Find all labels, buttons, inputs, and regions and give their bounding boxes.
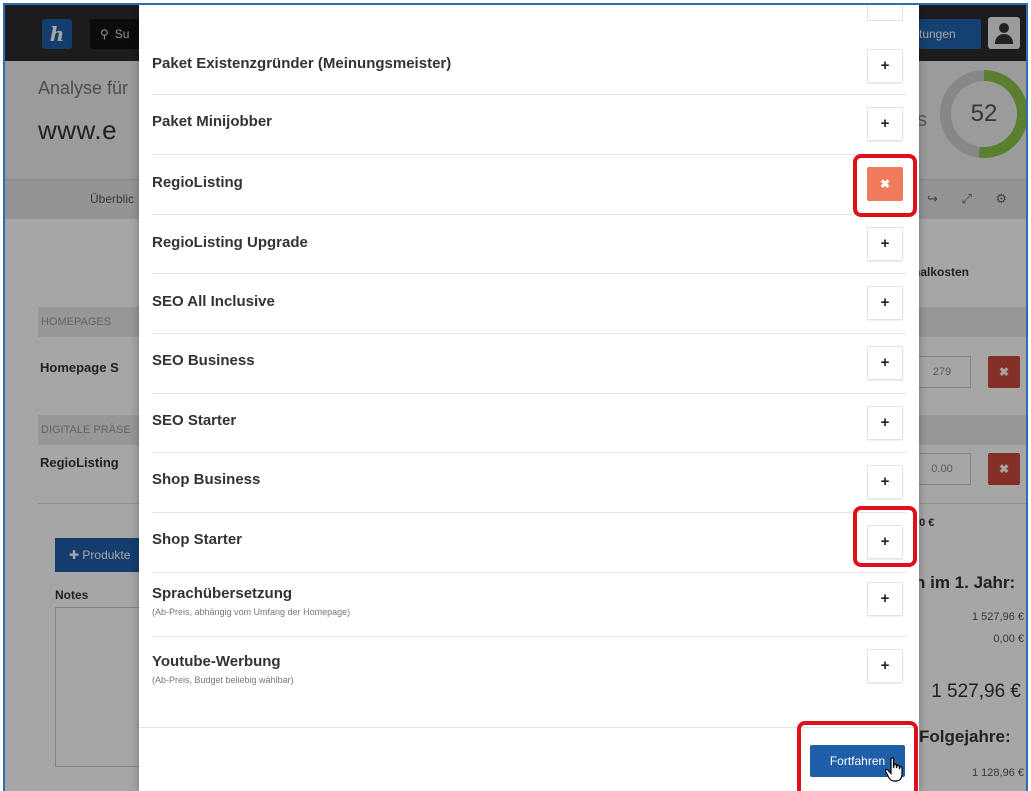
add-product-button[interactable]: +: [867, 465, 903, 499]
highlight-add-shop-starter: [853, 506, 917, 567]
product-note: (Ab-Preis, abhängig vom Umfang der Homep…: [152, 607, 351, 617]
list-item: Shop Business +: [152, 453, 906, 513]
add-button-partial[interactable]: [867, 5, 903, 21]
add-product-button[interactable]: +: [867, 582, 903, 616]
product-note: (Ab-Preis, Budget beliebig wählbar): [152, 675, 294, 685]
add-product-button[interactable]: +: [867, 406, 903, 440]
product-name: Shop Starter: [152, 531, 243, 548]
list-item: SEO All Inclusive +: [152, 274, 906, 334]
product-name: Shop Business: [152, 471, 261, 488]
product-name: SEO Business: [152, 352, 255, 369]
product-name: Youtube-Werbung: [152, 653, 281, 670]
product-selection-modal: Paket Existenzgründer (Meinungsmeister) …: [139, 5, 919, 791]
list-item: SEO Business +: [152, 334, 906, 394]
add-product-button[interactable]: +: [867, 649, 903, 683]
app-window: h ⚲ Su rtungen Analyse für www.e s 52 Übe…: [3, 3, 1028, 791]
product-name: Paket Minijobber: [152, 113, 273, 130]
highlight-continue-button: [797, 721, 918, 791]
product-name: SEO All Inclusive: [152, 293, 275, 310]
list-item: RegioListing Upgrade +: [152, 215, 906, 274]
product-name: Sprachübersetzung: [152, 585, 293, 602]
product-name: RegioListing Upgrade: [152, 234, 308, 251]
add-product-button[interactable]: +: [867, 49, 903, 83]
list-item: Paket Minijobber +: [152, 95, 906, 155]
product-name: Paket Existenzgründer (Meinungsmeister): [152, 55, 452, 72]
highlight-remove-regiolisting: [853, 154, 917, 217]
list-item: Paket Existenzgründer (Meinungsmeister) …: [152, 35, 906, 95]
add-product-button[interactable]: +: [867, 286, 903, 320]
product-name: SEO Starter: [152, 412, 237, 429]
list-item: SEO Starter +: [152, 394, 906, 453]
list-item: Youtube-Werbung (Ab-Preis, Budget belieb…: [152, 637, 906, 699]
add-product-button[interactable]: +: [867, 346, 903, 380]
list-item: Sprachübersetzung (Ab-Preis, abhängig vo…: [152, 573, 906, 637]
add-product-button[interactable]: +: [867, 227, 903, 261]
list-item: Shop Starter +: [152, 513, 906, 573]
list-item: RegioListing ✖: [152, 155, 906, 215]
add-product-button[interactable]: +: [867, 107, 903, 141]
product-name: RegioListing: [152, 174, 243, 191]
